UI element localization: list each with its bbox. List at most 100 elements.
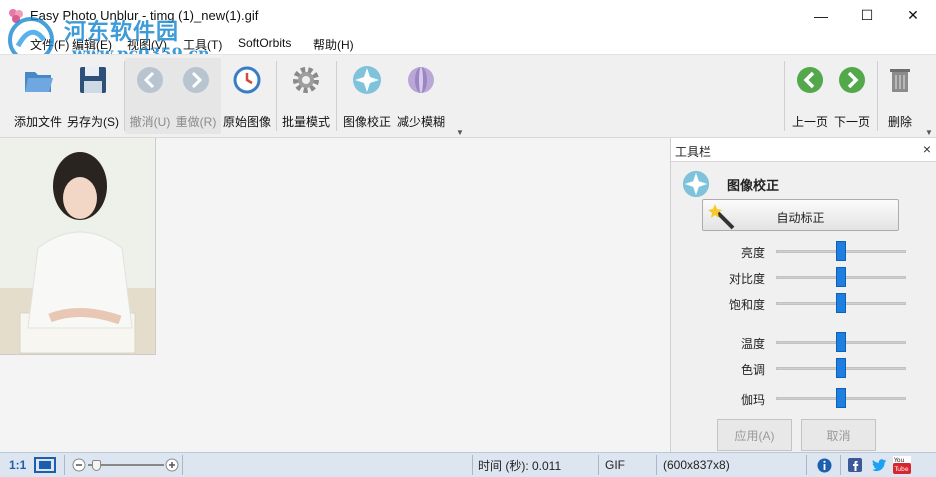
save-as-button[interactable]: 另存为(S) (66, 60, 120, 130)
redo-label: 重做(R) (175, 115, 217, 129)
zoom-in-button[interactable] (165, 453, 179, 477)
gear-icon (293, 67, 319, 93)
batch-mode-button[interactable]: 批量模式 (281, 60, 331, 130)
actual-size-button[interactable]: 1:1 (9, 453, 26, 477)
arrow-right-icon (183, 67, 209, 93)
app-icon (9, 9, 23, 23)
maximize-icon: ☐ (860, 7, 874, 23)
minimize-button[interactable]: — (798, 0, 844, 31)
toolbar-separator (336, 61, 337, 131)
open-folder-icon (25, 72, 53, 92)
cancel-button[interactable]: 取消 (801, 419, 876, 451)
minimize-icon: — (814, 7, 828, 24)
next-page-label: 下一页 (833, 115, 870, 129)
toolbar: 添加文件 另存为(S) 撤消(U) 重做(R) 原始图像 批量模式 图像校正 减… (0, 54, 936, 138)
toolbar-separator (276, 61, 277, 131)
info-button[interactable] (817, 453, 832, 477)
delete-label: 删除 (887, 115, 912, 129)
temperature-slider-thumb[interactable] (836, 332, 846, 352)
svg-text:You: You (893, 457, 905, 464)
status-bar: 1:1 时间 (秒): 0.011 GIF (600x837x8) You Tub… (0, 452, 936, 477)
auto-correct-button[interactable]: 自动标正 (702, 199, 899, 231)
zoom-slider-thumb[interactable] (91, 460, 101, 471)
green-arrow-left-icon (797, 67, 823, 93)
close-button[interactable]: ✕ (890, 0, 936, 31)
next-page-button[interactable]: 下一页 (832, 60, 872, 130)
tint-slider-thumb[interactable] (836, 358, 846, 378)
facebook-button[interactable] (848, 453, 862, 477)
status-separator (182, 455, 183, 475)
processing-time: 时间 (秒): 0.011 (478, 453, 561, 477)
image-correction-label: 图像校正 (342, 115, 391, 129)
status-separator (64, 455, 65, 475)
title-bar: Easy Photo Unblur - timg (1)_new(1).gif … (0, 0, 936, 32)
add-file-button[interactable]: 添加文件 (10, 60, 66, 130)
undo-button[interactable]: 撤消(U) (128, 60, 172, 130)
saturation-slider-row: 饱和度 (671, 293, 936, 313)
delete-button[interactable]: 删除 (882, 60, 918, 130)
twitter-icon (872, 459, 886, 472)
toolbar-separator (784, 61, 785, 131)
prev-page-button[interactable]: 上一页 (790, 60, 830, 130)
green-arrow-right-icon (839, 67, 865, 93)
contrast-label: 对比度 (728, 272, 765, 286)
menu-help[interactable]: 帮助(H) (313, 36, 354, 53)
zoom-out-button[interactable] (72, 453, 86, 477)
loaded-photo[interactable] (0, 138, 156, 355)
gamma-slider-thumb[interactable] (836, 388, 846, 408)
image-canvas[interactable] (0, 138, 670, 452)
original-image-button[interactable]: 原始图像 (222, 60, 272, 130)
panel-close-icon[interactable]: × (923, 141, 931, 157)
tool-panel: 工具栏 × 图像校正 自动标正 亮度 对比度 饱和度 温度 色调 伽玛 应用(A… (670, 138, 936, 452)
fit-window-button[interactable] (34, 453, 56, 477)
gamma-slider-row: 伽玛 (671, 388, 936, 408)
panel-title: 工具栏 (675, 145, 712, 159)
history-clock-icon (233, 66, 261, 94)
toolbar-overflow-icon[interactable]: ▼ (456, 128, 464, 137)
tint-label: 色调 (740, 363, 765, 377)
reduce-blur-button[interactable]: 减少模糊 (395, 60, 447, 130)
menu-view[interactable]: 视图(V) (127, 36, 167, 53)
brightness-label: 亮度 (740, 246, 765, 260)
temperature-slider-row: 温度 (671, 332, 936, 352)
correction-badge-icon (682, 170, 710, 198)
svg-text:Tube: Tube (894, 466, 909, 473)
menu-edit[interactable]: 编辑(E) (72, 36, 112, 53)
toolbar-overflow-icon[interactable]: ▼ (925, 128, 933, 137)
window-title: Easy Photo Unblur - timg (1)_new(1).gif (30, 8, 259, 23)
redo-button[interactable]: 重做(R) (174, 60, 218, 130)
toolbar-separator (877, 61, 878, 131)
close-icon: ✕ (907, 7, 919, 23)
youtube-icon: You Tube (893, 456, 911, 474)
save-as-label: 另存为(S) (67, 115, 119, 129)
size-label: (600x837x8) (663, 458, 730, 472)
format-label: GIF (605, 458, 625, 472)
menu-file[interactable]: 文件(F) (30, 36, 69, 53)
image-correction-button[interactable]: 图像校正 (341, 60, 393, 130)
maximize-button[interactable]: ☐ (844, 0, 890, 31)
menu-softorbits[interactable]: SoftOrbits (238, 36, 291, 50)
status-separator (472, 455, 473, 475)
zoom-in-icon (165, 458, 179, 472)
batch-mode-label: 批量模式 (281, 115, 330, 129)
contrast-slider-thumb[interactable] (836, 267, 846, 287)
status-separator (840, 455, 841, 475)
menu-tools[interactable]: 工具(T) (183, 36, 222, 53)
twitter-button[interactable] (871, 453, 887, 477)
saturation-label: 饱和度 (728, 298, 765, 312)
section-title: 图像校正 (727, 178, 780, 193)
photo-content-image (0, 138, 155, 354)
fit-screen-icon (34, 457, 56, 473)
cancel-label: 取消 (826, 428, 851, 443)
tint-slider-row: 色调 (671, 358, 936, 378)
saturation-slider-thumb[interactable] (836, 293, 846, 313)
prev-page-label: 上一页 (791, 115, 828, 129)
arrow-left-icon (137, 67, 163, 93)
apply-button[interactable]: 应用(A) (717, 419, 792, 451)
brightness-slider-thumb[interactable] (836, 241, 846, 261)
youtube-button[interactable]: You Tube (893, 453, 911, 477)
toolbar-separator (124, 61, 125, 131)
undo-label: 撤消(U) (129, 115, 171, 129)
menu-bar: 文件(F) 编辑(E) 视图(V) 工具(T) SoftOrbits 帮助(H) (0, 32, 936, 54)
panel-header: 工具栏 × (671, 138, 936, 162)
